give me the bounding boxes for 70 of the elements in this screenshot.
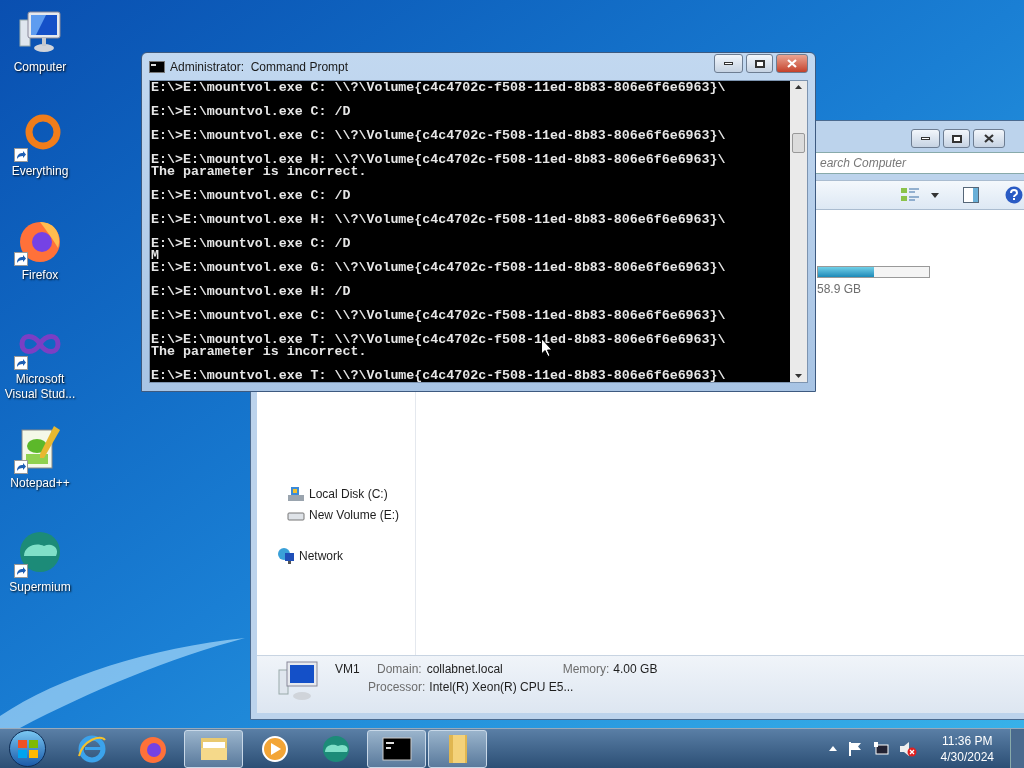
nav-item[interactable]: Network	[277, 547, 415, 565]
memory-label: Memory:	[562, 661, 610, 678]
taskbar-button[interactable]	[367, 729, 426, 768]
desktop-shortcut[interactable]: Microsoft Visual Stud...	[0, 320, 80, 424]
processor-label: Processor:	[368, 679, 426, 696]
caret-icon	[931, 192, 939, 198]
desktop-shortcut[interactable]: Supermium	[0, 528, 80, 632]
console-line: E:\>E:\mountvol.exe H: /D	[151, 286, 351, 298]
shortcut-label: Everything	[10, 164, 70, 179]
domain-value: collabnet.local	[426, 661, 504, 678]
console-line: E:\>E:\mountvol.exe G: \\?\Volume{c4c4702c-f508-11ed-8b83-806e6f6e6963}\	[151, 262, 726, 274]
console-line: The parameter is incorrect.	[151, 166, 367, 178]
console-line: E:\>E:\mountvol.exe C: \\?\Volume{c4c4702c-f508-11ed-8b83-806e6f6e6963}\	[151, 310, 726, 322]
computer-name: VM1	[335, 661, 361, 678]
console-line: E:\>E:\mountvol.exe H: \\?\Volume{c4c4702c-f508-11ed-8b83-806e6f6e6963}\	[151, 154, 726, 166]
desktop-shortcut[interactable]: Everything	[0, 112, 80, 216]
desktop-shortcut[interactable]: Firefox	[0, 216, 80, 320]
console-line: E:\>E:\mountvol.exe C: \\?\Volume{c4c4702c-f508-11ed-8b83-806e6f6e6963}\	[151, 130, 726, 142]
disk-drive-icon	[287, 485, 305, 503]
console-line: E:\>E:\mountvol.exe T: \\?\Volume{c4c4702c-f508-11ed-8b83-806e6f6e6963}\	[151, 334, 726, 346]
play-icon	[259, 733, 290, 764]
shortcut-label: Microsoft Visual Stud...	[3, 372, 77, 402]
help-icon	[1005, 186, 1023, 204]
network-icon	[872, 740, 889, 757]
scroll-thumb[interactable]	[792, 133, 805, 153]
shortcut-label: Computer	[12, 60, 68, 75]
shortcut-label: Supermium	[8, 580, 72, 595]
domain-label: Domain:	[377, 661, 422, 678]
console-line: E:\>E:\mountvol.exe C: \\?\Volume{c4c4702c-f508-11ed-8b83-806e6f6e6963}\	[151, 82, 726, 94]
memory-value: 4.00 GB	[613, 661, 658, 678]
window-title: Administrator: Command Prompt	[170, 58, 349, 76]
maximize-button[interactable]	[943, 129, 970, 148]
scroll-up-icon	[795, 85, 802, 89]
console-line: E:\>E:\mountvol.exe C: /D	[151, 238, 351, 250]
close-icon	[787, 59, 797, 68]
desktop-shortcut[interactable]: Computer	[0, 8, 80, 112]
shortcut-label: Notepad++	[9, 476, 71, 491]
drive-size-text: 58.9 GB	[817, 281, 863, 298]
close-button[interactable]	[776, 54, 808, 73]
nav-item[interactable]: Local Disk (C:)	[287, 485, 415, 503]
speaker-muted-icon	[898, 740, 917, 757]
search-field[interactable]: earch Computer	[815, 152, 1024, 174]
console-line: E:\>E:\mountvol.exe C: /D	[151, 190, 351, 202]
scroll-down-icon	[795, 374, 802, 378]
flag-icon	[846, 740, 863, 757]
console-line: E:\>E:\mountvol.exe H: \\?\Volume{c4c4702c-f508-11ed-8b83-806e6f6e6963}\	[151, 214, 726, 226]
windows-logo-icon	[17, 739, 38, 758]
terminal-icon	[381, 736, 412, 761]
maximize-button[interactable]	[746, 54, 773, 73]
processor-value: Intel(R) Xeon(R) CPU E5...	[429, 679, 574, 696]
close-icon	[984, 134, 994, 143]
minimize-button[interactable]	[911, 129, 940, 148]
minimize-button[interactable]	[714, 54, 743, 73]
show-hidden-icons-icon	[828, 746, 837, 751]
console-line: The parameter is incorrect.	[151, 346, 367, 358]
console-line: E:\>E:\mountvol.exe T: \\?\Volume{c4c4702c-f508-11ed-8b83-806e6f6e6963}\	[151, 370, 726, 382]
close-button[interactable]	[973, 129, 1005, 148]
shortcut-label: Firefox	[20, 268, 60, 283]
preview-pane-icon	[963, 187, 979, 203]
browser-e-icon	[76, 733, 107, 764]
terminal-icon	[149, 60, 165, 73]
computer-icon	[277, 660, 321, 702]
console-line: E:\>E:\mountvol.exe C: /D	[151, 106, 351, 118]
start-button[interactable]	[9, 730, 46, 767]
desktop-shortcut[interactable]: Notepad++	[0, 424, 80, 528]
nav-item[interactable]: New Volume (E:)	[287, 506, 415, 524]
network-icon	[277, 547, 295, 565]
view-options-icon	[901, 187, 919, 203]
console-line: M	[151, 250, 159, 262]
clock[interactable]: 11:36 PM 4/30/2024	[940, 732, 994, 765]
